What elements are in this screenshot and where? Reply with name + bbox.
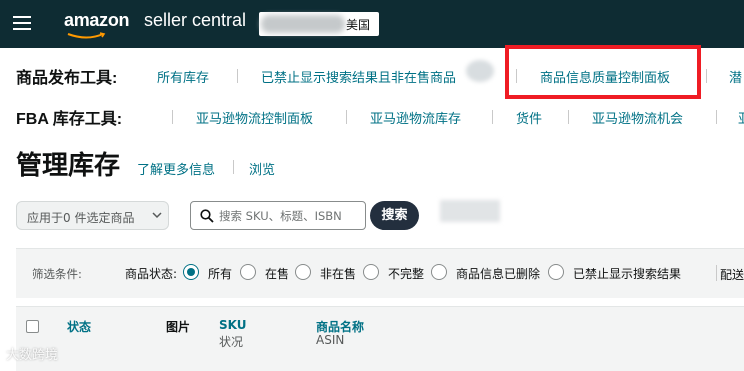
column-condition: 状况 — [219, 335, 244, 349]
status-filter-label: 商品状态: — [125, 267, 178, 281]
radio-incomplete[interactable] — [363, 264, 379, 280]
filter-bar: 筛选条件: 商品状态: 所有 在售 非在售 不完整 商品信息已删除 已禁止显示搜… — [16, 248, 744, 298]
divider — [706, 69, 707, 83]
page-title: 管理库存 — [16, 151, 121, 181]
link-fba-dashboard[interactable]: 亚马逊物流控制面板 — [196, 108, 313, 127]
redacted-block — [440, 200, 500, 222]
search-button[interactable]: 搜索 — [370, 201, 419, 230]
divider — [716, 110, 717, 124]
radio-inactive-label[interactable]: 非在售 — [320, 265, 356, 282]
filter-label: 筛选条件: — [32, 267, 82, 281]
learn-more-link[interactable]: 了解更多信息 — [137, 159, 215, 178]
select-all-checkbox[interactable] — [26, 320, 39, 333]
amazon-smile-icon — [67, 32, 106, 39]
divider — [716, 265, 717, 281]
fulfillment-filter-label: 配送 — [720, 268, 744, 282]
brand-seller-central-text: seller central — [144, 10, 247, 30]
column-sku[interactable]: SKU — [219, 318, 246, 332]
highlight-annotation-box — [505, 45, 701, 99]
fba-tools-title: FBA 库存工具: — [16, 111, 123, 128]
chevron-down-icon — [152, 212, 162, 219]
radio-all[interactable] — [183, 264, 199, 280]
fba-inventory-tools: FBA 库存工具: 亚马逊物流控制面板 亚马逊物流库存 货件 亚马逊物流机会 亚 — [0, 101, 744, 131]
link-fba-inventory[interactable]: 亚马逊物流库存 — [370, 108, 461, 127]
divider — [568, 110, 569, 124]
watermark: 大数跨境 — [6, 348, 59, 363]
redacted-store-name — [261, 15, 345, 33]
brand-amazon-text: amazon — [64, 10, 130, 30]
radio-listing-removed[interactable] — [431, 264, 447, 280]
redacted-mark — [466, 60, 494, 82]
marketplace-region: 美国 — [346, 18, 371, 32]
link-truncated[interactable]: 亚 — [738, 108, 744, 127]
product-tools-title: 商品发布工具: — [16, 70, 118, 87]
marketplace-selector[interactable]: 美国 — [259, 12, 379, 36]
divider — [233, 160, 234, 174]
divider — [492, 110, 493, 124]
link-all-inventory[interactable]: 所有库存 — [157, 67, 209, 86]
link-suppressed-inactive[interactable]: 已禁止显示搜索结果且非在售商品 — [261, 67, 456, 86]
browse-link[interactable]: 浏览 — [249, 159, 275, 178]
search-icon — [200, 209, 214, 223]
radio-active-label[interactable]: 在售 — [265, 265, 289, 282]
bulk-action-dropdown[interactable]: 应用于0 件选定商品 — [16, 201, 169, 230]
search-input[interactable] — [219, 206, 363, 226]
divider — [172, 110, 173, 124]
radio-search-suppressed-label[interactable]: 已禁止显示搜索结果 — [573, 265, 681, 282]
link-shipments[interactable]: 货件 — [516, 108, 542, 127]
column-asin: ASIN — [316, 333, 345, 347]
inventory-table-header: 状态 图片 SKU 状况 商品名称 ASIN — [16, 306, 744, 371]
radio-all-label[interactable]: 所有 — [208, 265, 232, 282]
radio-listing-removed-label[interactable]: 商品信息已删除 — [456, 265, 540, 282]
radio-active[interactable] — [240, 264, 256, 280]
radio-incomplete-label[interactable]: 不完整 — [388, 265, 424, 282]
column-status[interactable]: 状态 — [67, 318, 91, 335]
menu-icon[interactable] — [13, 16, 31, 30]
radio-inactive[interactable] — [295, 264, 311, 280]
divider — [237, 69, 238, 83]
link-potential-truncated[interactable]: 潜 — [729, 67, 742, 86]
link-fba-opportunities[interactable]: 亚马逊物流机会 — [592, 108, 683, 127]
bulk-action-label: 应用于0 件选定商品 — [27, 211, 135, 225]
radio-search-suppressed[interactable] — [548, 264, 564, 280]
top-header: amazon seller central 美国 — [0, 0, 744, 48]
column-image: 图片 — [166, 320, 191, 334]
search-field[interactable] — [190, 201, 366, 230]
divider — [346, 110, 347, 124]
